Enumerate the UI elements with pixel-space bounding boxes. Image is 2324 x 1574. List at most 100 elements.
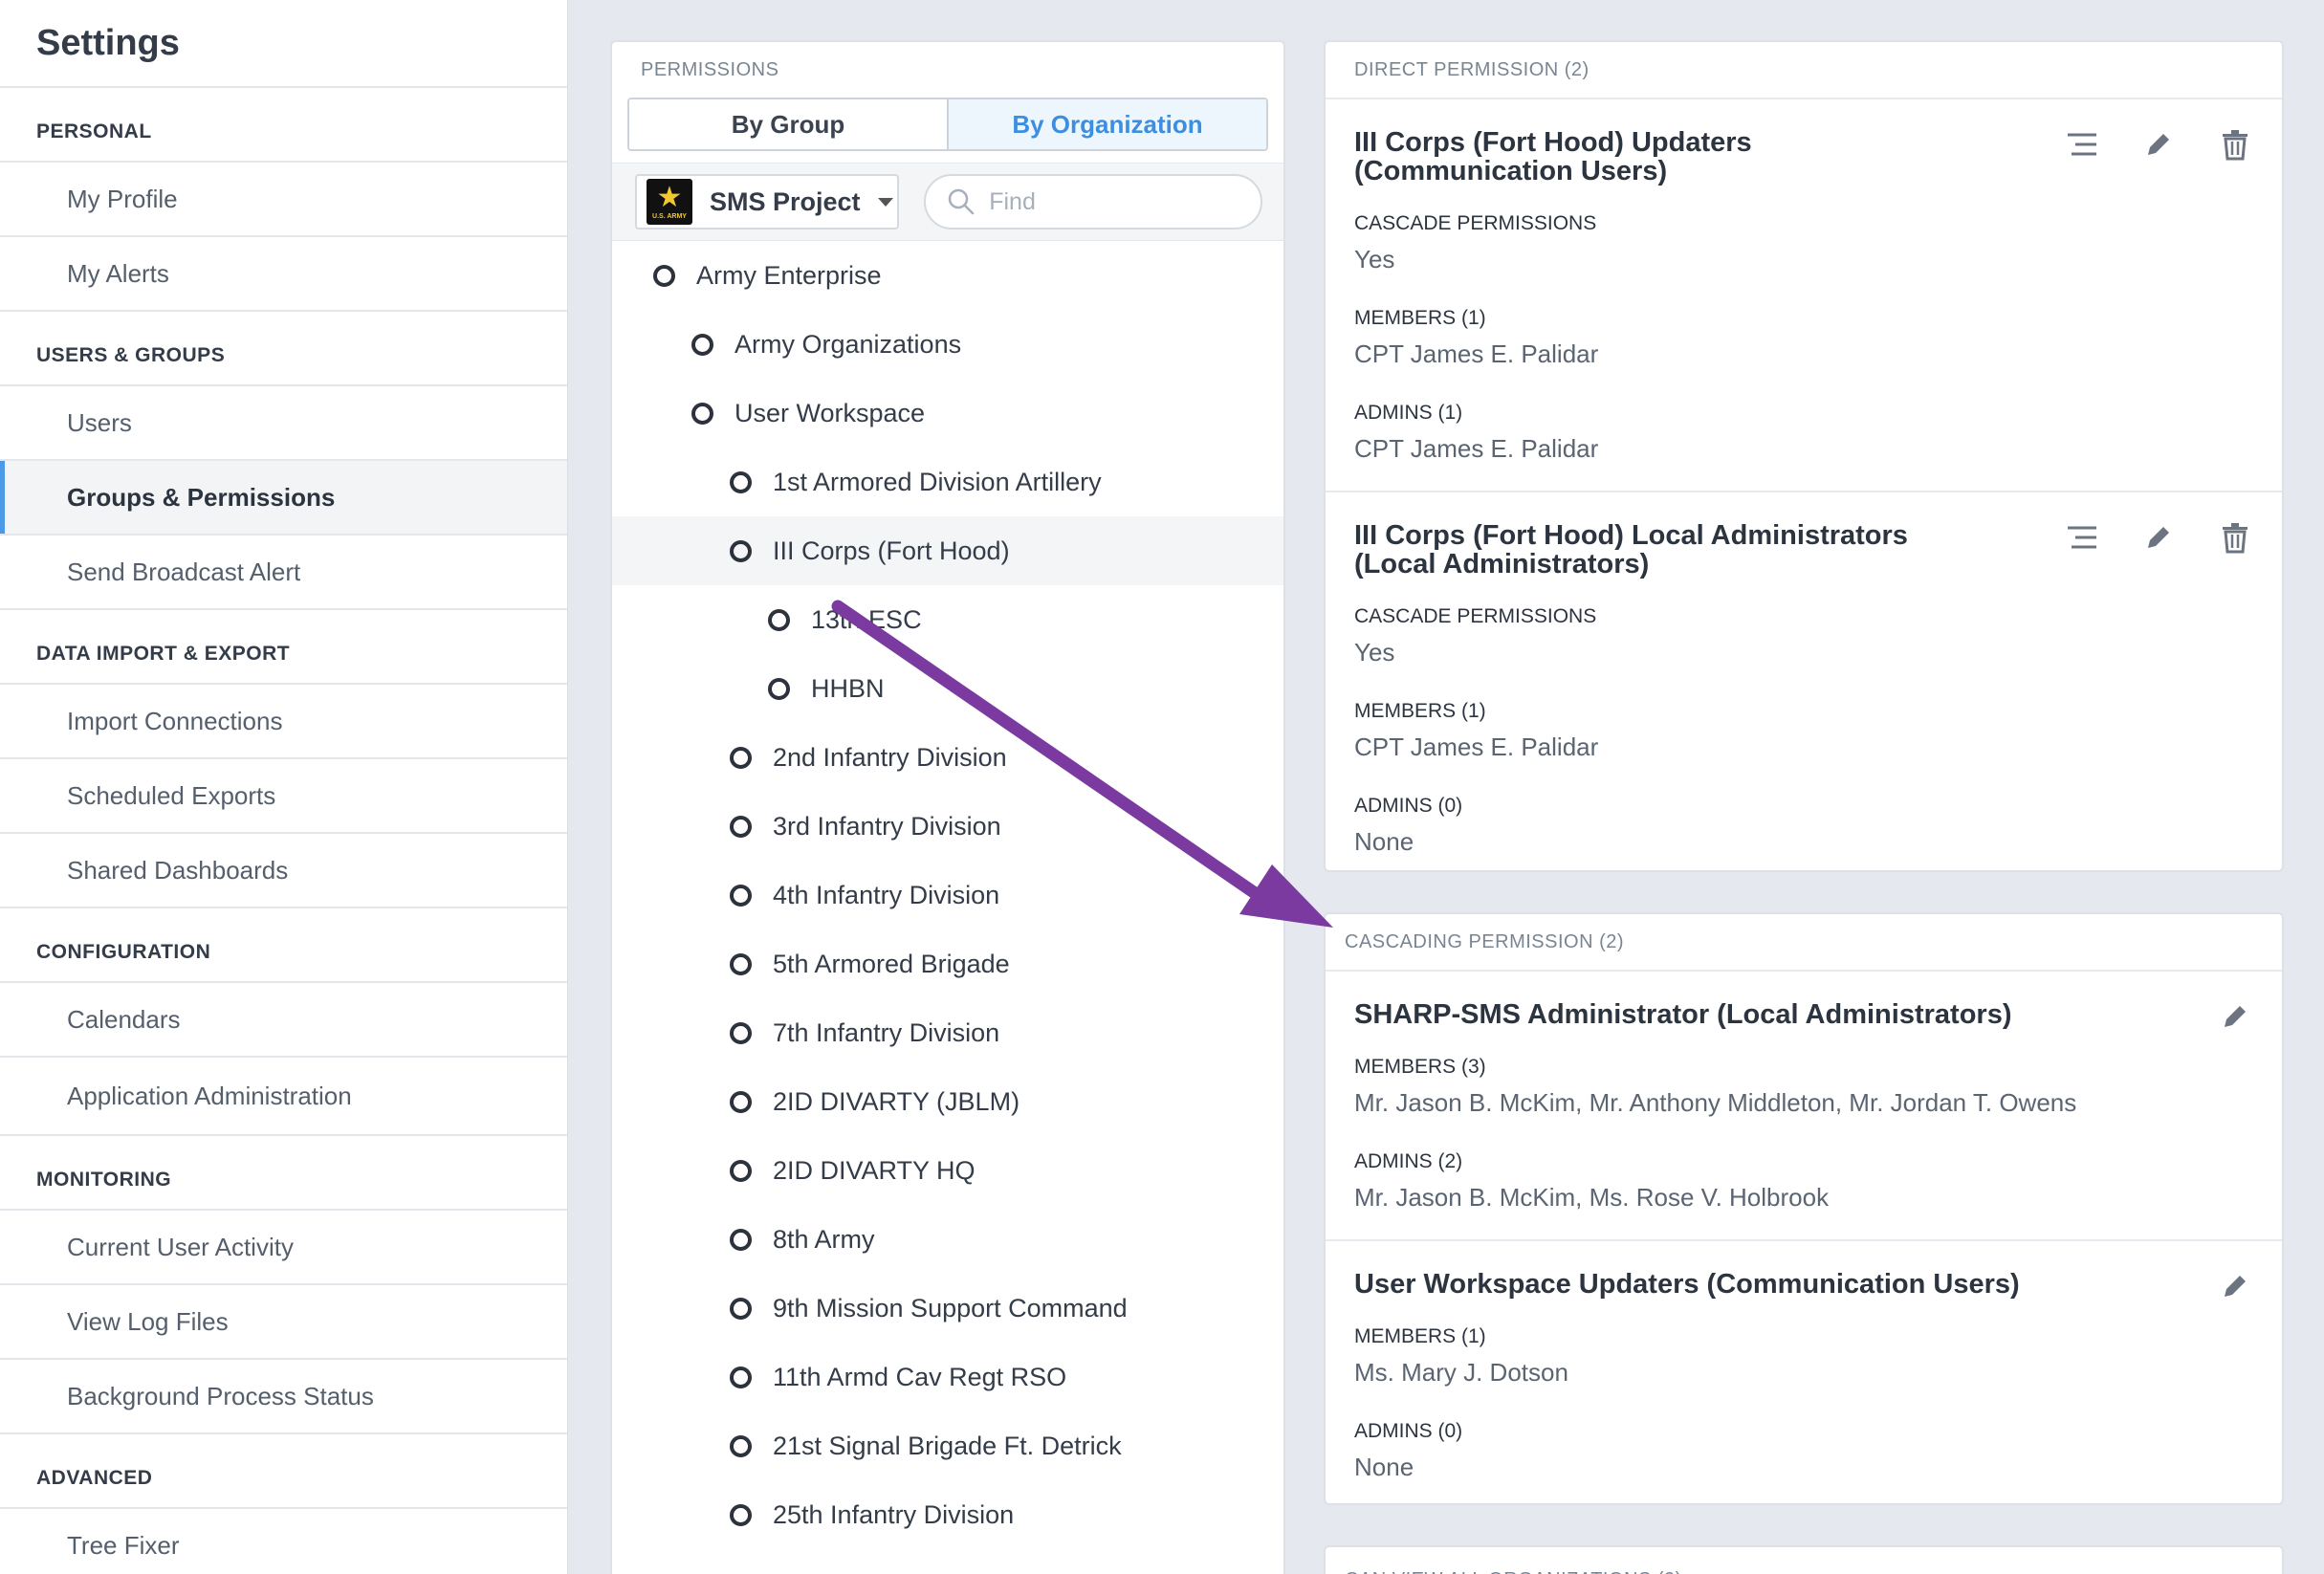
- tree-item[interactable]: 8th Army: [612, 1205, 1283, 1274]
- tree-item-label: 11th Armd Cav Regt RSO: [773, 1362, 1067, 1391]
- sidebar-item-send-broadcast-alert[interactable]: Send Broadcast Alert: [0, 536, 567, 610]
- card-actions: [2219, 1000, 2251, 1033]
- tree-item[interactable]: Army Organizations: [612, 310, 1283, 379]
- tree-node-icon: [730, 815, 752, 838]
- tree-item[interactable]: 4th Infantry Division: [612, 861, 1283, 929]
- permission-card-title: SHARP-SMS Administrator (Local Administr…: [1354, 999, 2012, 1030]
- direct-permission-header: DIRECT PERMISSION (2): [1354, 58, 1590, 80]
- tree-item-selected[interactable]: III Corps (Fort Hood): [612, 516, 1283, 585]
- search-icon: [948, 188, 975, 215]
- tree-item[interactable]: 2nd Infantry Division: [612, 723, 1283, 792]
- members-value: CPT James E. Palidar: [1354, 339, 1599, 368]
- tab-by-group[interactable]: By Group: [629, 99, 949, 149]
- find-box: [924, 174, 1262, 230]
- tree-node-icon: [768, 677, 790, 700]
- tree-node-icon: [730, 1021, 752, 1044]
- sidebar-item-current-user-activity[interactable]: Current User Activity: [0, 1211, 567, 1285]
- sidebar-item-tree-fixer[interactable]: Tree Fixer: [0, 1509, 567, 1574]
- tree-item[interactable]: 13th ESC: [612, 585, 1283, 654]
- admins-label: ADMINS (2): [1354, 1150, 1463, 1172]
- list-icon[interactable]: [2066, 521, 2098, 554]
- section-monitoring: MONITORING: [0, 1136, 567, 1211]
- cascade-label: CASCADE PERMISSIONS: [1354, 212, 1597, 234]
- admins-label: ADMINS (0): [1354, 795, 1463, 817]
- card-actions: [2219, 1270, 2251, 1302]
- card-actions: [2066, 521, 2251, 554]
- direct-permission-panel: DIRECT PERMISSION (2) III Corps (Fort Ho…: [1324, 40, 2284, 872]
- find-input[interactable]: [989, 187, 1239, 216]
- tree-item-label: Army Organizations: [734, 329, 962, 359]
- tree-item[interactable]: 25th Infantry Division: [612, 1480, 1283, 1549]
- tree-item-label: 3rd Infantry Division: [773, 811, 1001, 841]
- sidebar-item-background-process-status[interactable]: Background Process Status: [0, 1360, 567, 1434]
- tree-node-icon: [730, 1434, 752, 1457]
- section-personal: PERSONAL: [0, 88, 567, 163]
- admins-value: Mr. Jason B. McKim, Ms. Rose V. Holbrook: [1354, 1183, 1830, 1212]
- tree-item[interactable]: Army Enterprise: [612, 241, 1283, 310]
- tree-item[interactable]: 21st Signal Brigade Ft. Detrick: [612, 1411, 1283, 1480]
- sidebar-item-my-profile[interactable]: My Profile: [0, 163, 567, 237]
- members-label: MEMBERS (1): [1354, 307, 1486, 329]
- edit-icon[interactable]: [2219, 1000, 2251, 1033]
- sidebar-item-my-alerts[interactable]: My Alerts: [0, 237, 567, 312]
- sidebar-item-shared-dashboards[interactable]: Shared Dashboards: [0, 834, 567, 908]
- tree-node-icon: [730, 470, 752, 493]
- tab-by-organization[interactable]: By Organization: [949, 99, 1266, 149]
- tree-item-label: 2ID DIVARTY HQ: [773, 1155, 976, 1185]
- permission-card-title: User Workspace Updaters (Communication U…: [1354, 1269, 2020, 1300]
- tree-item[interactable]: 2ID DIVARTY (JBLM): [612, 1067, 1283, 1136]
- tree-item[interactable]: 1st Armored Division Artillery: [612, 448, 1283, 516]
- sidebar-item-groups-permissions[interactable]: Groups & Permissions: [0, 461, 567, 536]
- sidebar-item-import-connections[interactable]: Import Connections: [0, 685, 567, 759]
- cascade-value: Yes: [1354, 245, 1395, 273]
- tree-node-icon: [691, 333, 713, 356]
- tree-item-label: HHBN: [811, 673, 885, 703]
- sidebar-item-scheduled-exports[interactable]: Scheduled Exports: [0, 759, 567, 834]
- tree-item[interactable]: 2ID DIVARTY HQ: [612, 1136, 1283, 1205]
- section-users-groups: USERS & GROUPS: [0, 312, 567, 386]
- sidebar-item-view-log-files[interactable]: View Log Files: [0, 1285, 567, 1360]
- tree-item-label: 2nd Infantry Division: [773, 742, 1007, 772]
- view-all-organizations-panel: CAN VIEW ALL ORGANIZATIONS (2): [1324, 1545, 2284, 1574]
- sidebar-item-application-administration[interactable]: Application Administration: [0, 1058, 567, 1136]
- edit-icon[interactable]: [2219, 1270, 2251, 1302]
- members-label: MEMBERS (1): [1354, 700, 1486, 722]
- permissions-view-toggle: By Group By Organization: [627, 98, 1268, 151]
- tree-node-icon: [730, 539, 752, 562]
- trash-icon[interactable]: [2219, 521, 2251, 554]
- project-selector[interactable]: ★ U.S. ARMY SMS Project: [635, 174, 900, 230]
- tree-item-label: User Workspace: [734, 398, 926, 427]
- organization-tree: Army Enterprise Army Organizations User …: [612, 241, 1283, 1549]
- project-name: SMS Project: [710, 186, 861, 216]
- list-icon[interactable]: [2066, 128, 2098, 161]
- members-label: MEMBERS (1): [1354, 1325, 1486, 1347]
- sidebar-item-users[interactable]: Users: [0, 386, 567, 461]
- tree-node-icon: [691, 402, 713, 425]
- edit-icon[interactable]: [2142, 521, 2175, 554]
- tree-item[interactable]: User Workspace: [612, 379, 1283, 448]
- tree-item-label: III Corps (Fort Hood): [773, 536, 1010, 565]
- edit-icon[interactable]: [2142, 128, 2175, 161]
- tree-item-label: 7th Infantry Division: [773, 1017, 1000, 1047]
- army-logo: ★ U.S. ARMY: [647, 179, 692, 225]
- admins-label: ADMINS (1): [1354, 402, 1463, 424]
- tree-item-label: 2ID DIVARTY (JBLM): [773, 1086, 1020, 1116]
- view-all-organizations-header: CAN VIEW ALL ORGANIZATIONS (2): [1326, 1547, 2282, 1574]
- tree-item-label: 25th Infantry Division: [773, 1499, 1015, 1529]
- permissions-header: PERMISSIONS: [641, 58, 779, 80]
- sidebar-item-calendars[interactable]: Calendars: [0, 983, 567, 1058]
- tree-toolbar: ★ U.S. ARMY SMS Project: [612, 163, 1283, 241]
- permission-card: SHARP-SMS Administrator (Local Administr…: [1326, 970, 2282, 1239]
- star-icon: ★: [656, 181, 683, 213]
- tree-item[interactable]: 11th Armd Cav Regt RSO: [612, 1343, 1283, 1411]
- trash-icon[interactable]: [2219, 128, 2251, 161]
- tree-item[interactable]: 3rd Infantry Division: [612, 792, 1283, 861]
- tree-item[interactable]: 9th Mission Support Command: [612, 1274, 1283, 1343]
- tree-item[interactable]: 7th Infantry Division: [612, 998, 1283, 1067]
- permission-card: III Corps (Fort Hood) Local Administrato…: [1326, 491, 2282, 884]
- tree-node-icon: [730, 746, 752, 769]
- tree-item[interactable]: HHBN: [612, 654, 1283, 723]
- tree-item[interactable]: 5th Armored Brigade: [612, 929, 1283, 998]
- admins-value: CPT James E. Palidar: [1354, 434, 1599, 463]
- permission-card-title: III Corps (Fort Hood) Local Administrato…: [1354, 520, 1908, 579]
